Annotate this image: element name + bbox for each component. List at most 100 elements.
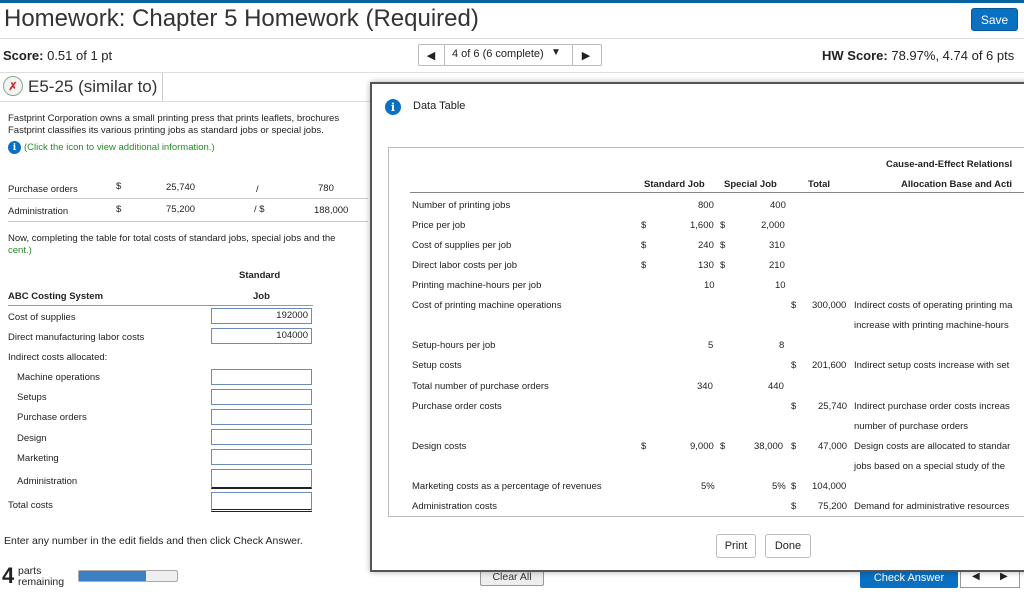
cell-description: Indirect setup costs increase with set <box>854 360 1010 371</box>
cell-value: 38,000 <box>754 441 784 452</box>
dollar-sign: $ <box>791 501 797 512</box>
dollar-sign: $ <box>791 360 797 371</box>
progress-fill <box>79 571 146 581</box>
problem-line: Fastprint Corporation owns a small print… <box>8 113 340 124</box>
dollar-sign: $ <box>720 220 726 231</box>
row-label: Number of printing jobs <box>412 200 511 211</box>
labor-costs-field[interactable]: 104000 <box>211 328 312 344</box>
column-header: Total <box>808 179 830 190</box>
dollar-sign: $ <box>116 204 122 215</box>
cell-value: 2,000 <box>761 220 785 231</box>
row-label: Administration costs <box>412 501 498 512</box>
parts-count: 4 <box>2 563 15 588</box>
cell-value: 9,000 <box>690 441 714 452</box>
prev-arrow-icon[interactable]: ◀ <box>972 571 980 582</box>
row-label: Design costs <box>412 441 467 452</box>
divider <box>572 44 573 66</box>
row-label: Cost of printing machine operations <box>412 300 562 311</box>
slash: / <box>256 184 259 195</box>
row-label: Purchase orders <box>8 184 78 195</box>
done-button[interactable]: Done <box>765 534 811 558</box>
row-label: Indirect costs allocated: <box>8 352 108 363</box>
cell-value: 10 <box>704 280 715 291</box>
cell-value: 25,740 <box>818 401 848 412</box>
cell-value: 8 <box>779 340 785 351</box>
column-header: Standard Job <box>644 179 705 190</box>
row-label: Total costs <box>8 500 53 511</box>
machine-operations-field[interactable] <box>211 369 312 385</box>
row-divider <box>8 305 313 306</box>
next-arrow-icon[interactable]: ▶ <box>1000 571 1008 582</box>
parts-label-line: remaining <box>18 576 65 588</box>
print-button[interactable]: Print <box>716 534 756 558</box>
row-label: Cost of supplies <box>8 312 76 323</box>
question-selector[interactable]: 4 of 6 (6 complete) <box>452 48 544 60</box>
hw-score-value: 78.97%, 4.74 of 6 pts <box>891 48 1015 63</box>
dollar-sign: $ <box>720 260 726 271</box>
purchase-orders-field[interactable] <box>211 409 312 425</box>
question-title: E5-25 (similar to) <box>28 77 158 96</box>
column-header: Special Job <box>724 179 777 190</box>
row-label: Setups <box>17 392 47 403</box>
administration-field[interactable] <box>211 469 312 489</box>
instruction-text: Now, completing the table for total cost… <box>8 233 336 244</box>
additional-info-link[interactable]: i (Click the icon to view additional inf… <box>8 141 215 154</box>
cell-value: 440 <box>768 381 784 392</box>
total-costs-field[interactable] <box>211 492 312 512</box>
cost-of-supplies-field[interactable]: 192000 <box>211 308 312 324</box>
hint-text: Enter any number in the edit fields and … <box>4 535 303 547</box>
cell-value: 47,000 <box>818 441 848 452</box>
score: Score: 0.51 of 1 pt <box>3 48 112 63</box>
amount: 188,000 <box>314 205 349 216</box>
cell-value: 210 <box>769 260 785 271</box>
dollar-sign: $ <box>116 181 122 192</box>
cell-value: 310 <box>769 240 785 251</box>
cell-value: 75,200 <box>818 501 848 512</box>
cell-description: number of purchase orders <box>854 421 969 432</box>
dollar-sign: $ <box>641 260 647 271</box>
save-button[interactable]: Save <box>971 8 1018 31</box>
hw-score-label: HW Score: <box>822 48 888 63</box>
divider <box>0 38 1024 39</box>
row-label: Price per job <box>412 220 466 231</box>
row-label: Machine operations <box>17 372 100 383</box>
cell-value: 800 <box>698 200 714 211</box>
info-text: (Click the icon to view additional infor… <box>24 142 215 153</box>
prev-question-icon[interactable]: ◀ <box>422 47 440 63</box>
instruction-text: cent.) <box>8 245 32 256</box>
dropdown-caret-icon[interactable]: ▼ <box>551 47 561 58</box>
cell-value: 5% <box>772 481 786 492</box>
dollar-sign: $ <box>641 441 647 452</box>
divider <box>0 101 370 102</box>
next-question-icon[interactable]: ▶ <box>577 47 595 63</box>
row-label: Marketing costs as a percentage of reven… <box>412 481 602 492</box>
dollar-sign: $ <box>641 220 647 231</box>
marketing-field[interactable] <box>211 449 312 465</box>
column-header: Job <box>253 291 270 302</box>
row-label: Total number of purchase orders <box>412 381 549 392</box>
cell-value: 400 <box>770 200 786 211</box>
amount: 780 <box>318 183 334 194</box>
dollar-sign: $ <box>641 240 647 251</box>
design-field[interactable] <box>211 429 312 445</box>
row-label: Design <box>17 433 47 444</box>
cell-description: Demand for administrative resources <box>854 501 1010 512</box>
hw-score: HW Score: 78.97%, 4.74 of 6 pts <box>822 48 1014 63</box>
row-label: Setup costs <box>412 360 462 371</box>
info-icon[interactable]: i <box>8 141 21 154</box>
cell-value: 1,600 <box>690 220 714 231</box>
cell-value: 130 <box>698 260 714 271</box>
modal-title: Data Table <box>413 100 466 112</box>
row-label: Setup-hours per job <box>412 340 496 351</box>
dollar-sign: $ <box>791 481 797 492</box>
cell-description: Design costs are allocated to standar <box>854 441 1011 452</box>
cell-value: 5% <box>701 481 715 492</box>
setups-field[interactable] <box>211 389 312 405</box>
cell-value: 10 <box>775 280 786 291</box>
amount: 25,740 <box>166 182 196 193</box>
row-label: Administration <box>17 476 78 487</box>
divider <box>444 44 445 66</box>
info-icon: i <box>385 99 401 115</box>
dollar-sign: $ <box>791 300 797 311</box>
cell-description: Indirect costs of operating printing ma <box>854 300 1013 311</box>
